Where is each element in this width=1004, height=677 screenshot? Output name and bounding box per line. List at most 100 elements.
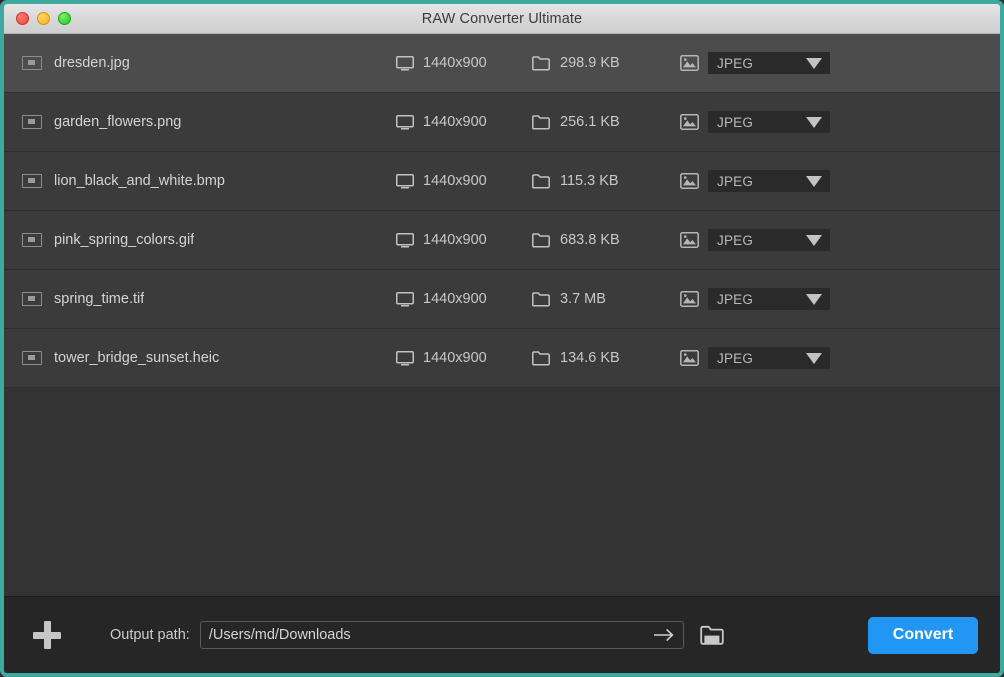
image-file-icon (22, 115, 42, 129)
file-dimensions-cell: 1440x900 (396, 232, 532, 248)
folder-icon (532, 173, 550, 189)
folder-open-icon[interactable] (700, 625, 724, 646)
image-file-icon (22, 174, 42, 188)
format-value: JPEG (717, 55, 754, 71)
format-value: JPEG (717, 114, 754, 130)
file-list[interactable]: dresden.jpg 1440x900 298.9 KB JPEG garde… (4, 34, 1000, 596)
file-name-cell: lion_black_and_white.bmp (4, 173, 396, 189)
file-name: lion_black_and_white.bmp (54, 173, 225, 189)
file-format-cell: JPEG (680, 52, 830, 74)
file-dimensions: 1440x900 (423, 55, 487, 71)
chevron-down-icon (806, 116, 822, 128)
file-size: 3.7 MB (560, 291, 606, 307)
output-path-value: /Users/md/Downloads (208, 627, 351, 643)
file-size-cell: 683.8 KB (532, 232, 680, 248)
file-dimensions-cell: 1440x900 (396, 114, 532, 130)
file-dimensions: 1440x900 (423, 173, 487, 189)
file-size: 298.9 KB (560, 55, 620, 71)
file-size-cell: 134.6 KB (532, 350, 680, 366)
monitor-icon (396, 291, 414, 307)
arrow-right-icon[interactable] (653, 627, 675, 643)
add-files-button[interactable] (30, 618, 64, 652)
file-size-cell: 256.1 KB (532, 114, 680, 130)
picture-icon (680, 114, 699, 130)
format-dropdown[interactable]: JPEG (708, 52, 830, 74)
format-value: JPEG (717, 291, 754, 307)
picture-icon (680, 350, 699, 366)
file-name: dresden.jpg (54, 55, 130, 71)
format-dropdown[interactable]: JPEG (708, 288, 830, 310)
file-dimensions-cell: 1440x900 (396, 350, 532, 366)
picture-icon (680, 55, 699, 71)
file-name-cell: tower_bridge_sunset.heic (4, 350, 396, 366)
file-name: spring_time.tif (54, 291, 145, 307)
image-file-icon (22, 292, 42, 306)
picture-icon (680, 173, 699, 189)
chevron-down-icon (806, 293, 822, 305)
file-format-cell: JPEG (680, 111, 830, 133)
file-format-cell: JPEG (680, 170, 830, 192)
monitor-icon (396, 350, 414, 366)
format-value: JPEG (717, 173, 754, 189)
folder-icon (532, 350, 550, 366)
file-dimensions-cell: 1440x900 (396, 173, 532, 189)
table-row[interactable]: garden_flowers.png 1440x900 256.1 KB JPE… (4, 93, 1000, 152)
monitor-icon (396, 55, 414, 71)
table-row[interactable]: spring_time.tif 1440x900 3.7 MB JPEG (4, 270, 1000, 329)
monitor-icon (396, 173, 414, 189)
file-name: pink_spring_colors.gif (54, 232, 195, 248)
file-name-cell: dresden.jpg (4, 55, 396, 71)
file-dimensions: 1440x900 (423, 350, 487, 366)
file-dimensions: 1440x900 (423, 232, 487, 248)
file-dimensions-cell: 1440x900 (396, 291, 532, 307)
minimize-button[interactable] (37, 12, 50, 25)
table-row[interactable]: lion_black_and_white.bmp 1440x900 115.3 … (4, 152, 1000, 211)
chevron-down-icon (806, 57, 822, 69)
file-size: 115.3 KB (560, 173, 619, 189)
monitor-icon (396, 232, 414, 248)
format-dropdown[interactable]: JPEG (708, 170, 830, 192)
table-row[interactable]: pink_spring_colors.gif 1440x900 683.8 KB (4, 211, 1000, 270)
image-file-icon (22, 351, 42, 365)
window-controls (16, 12, 71, 25)
file-size-cell: 3.7 MB (532, 291, 680, 307)
file-format-cell: JPEG (680, 288, 830, 310)
format-dropdown[interactable]: JPEG (708, 229, 830, 251)
file-format-cell: JPEG (680, 347, 830, 369)
format-dropdown[interactable]: JPEG (708, 347, 830, 369)
table-row[interactable]: tower_bridge_sunset.heic 1440x900 134.6 … (4, 329, 1000, 388)
file-name: tower_bridge_sunset.heic (54, 350, 220, 366)
file-size: 683.8 KB (560, 232, 620, 248)
title-bar: RAW Converter Ultimate (4, 4, 1000, 34)
format-dropdown[interactable]: JPEG (708, 111, 830, 133)
bottom-toolbar: Output path: /Users/md/Downloads Convert (4, 596, 1000, 673)
picture-icon (680, 291, 699, 307)
chevron-down-icon (806, 234, 822, 246)
chevron-down-icon (806, 175, 822, 187)
convert-button[interactable]: Convert (868, 616, 978, 654)
file-name-cell: spring_time.tif (4, 291, 396, 307)
folder-icon (532, 55, 550, 71)
close-button[interactable] (16, 12, 29, 25)
picture-icon (680, 232, 699, 248)
file-format-cell: JPEG (680, 229, 830, 251)
file-name-cell: garden_flowers.png (4, 114, 396, 130)
file-name-cell: pink_spring_colors.gif (4, 232, 396, 248)
file-size-cell: 298.9 KB (532, 55, 680, 71)
image-file-icon (22, 233, 42, 247)
format-value: JPEG (717, 350, 754, 366)
chevron-down-icon (806, 352, 822, 364)
zoom-button[interactable] (58, 12, 71, 25)
window-title: RAW Converter Ultimate (421, 10, 583, 27)
output-path-label: Output path: (110, 627, 190, 643)
table-row[interactable]: dresden.jpg 1440x900 298.9 KB JPEG (4, 34, 1000, 93)
file-dimensions: 1440x900 (423, 291, 487, 307)
folder-icon (532, 114, 550, 130)
output-path-input[interactable]: /Users/md/Downloads (199, 621, 684, 649)
folder-icon (532, 291, 550, 307)
file-size: 134.6 KB (560, 350, 620, 366)
file-size-cell: 115.3 KB (532, 173, 680, 189)
file-name: garden_flowers.png (54, 114, 182, 130)
monitor-icon (396, 114, 414, 130)
file-dimensions-cell: 1440x900 (396, 55, 532, 71)
